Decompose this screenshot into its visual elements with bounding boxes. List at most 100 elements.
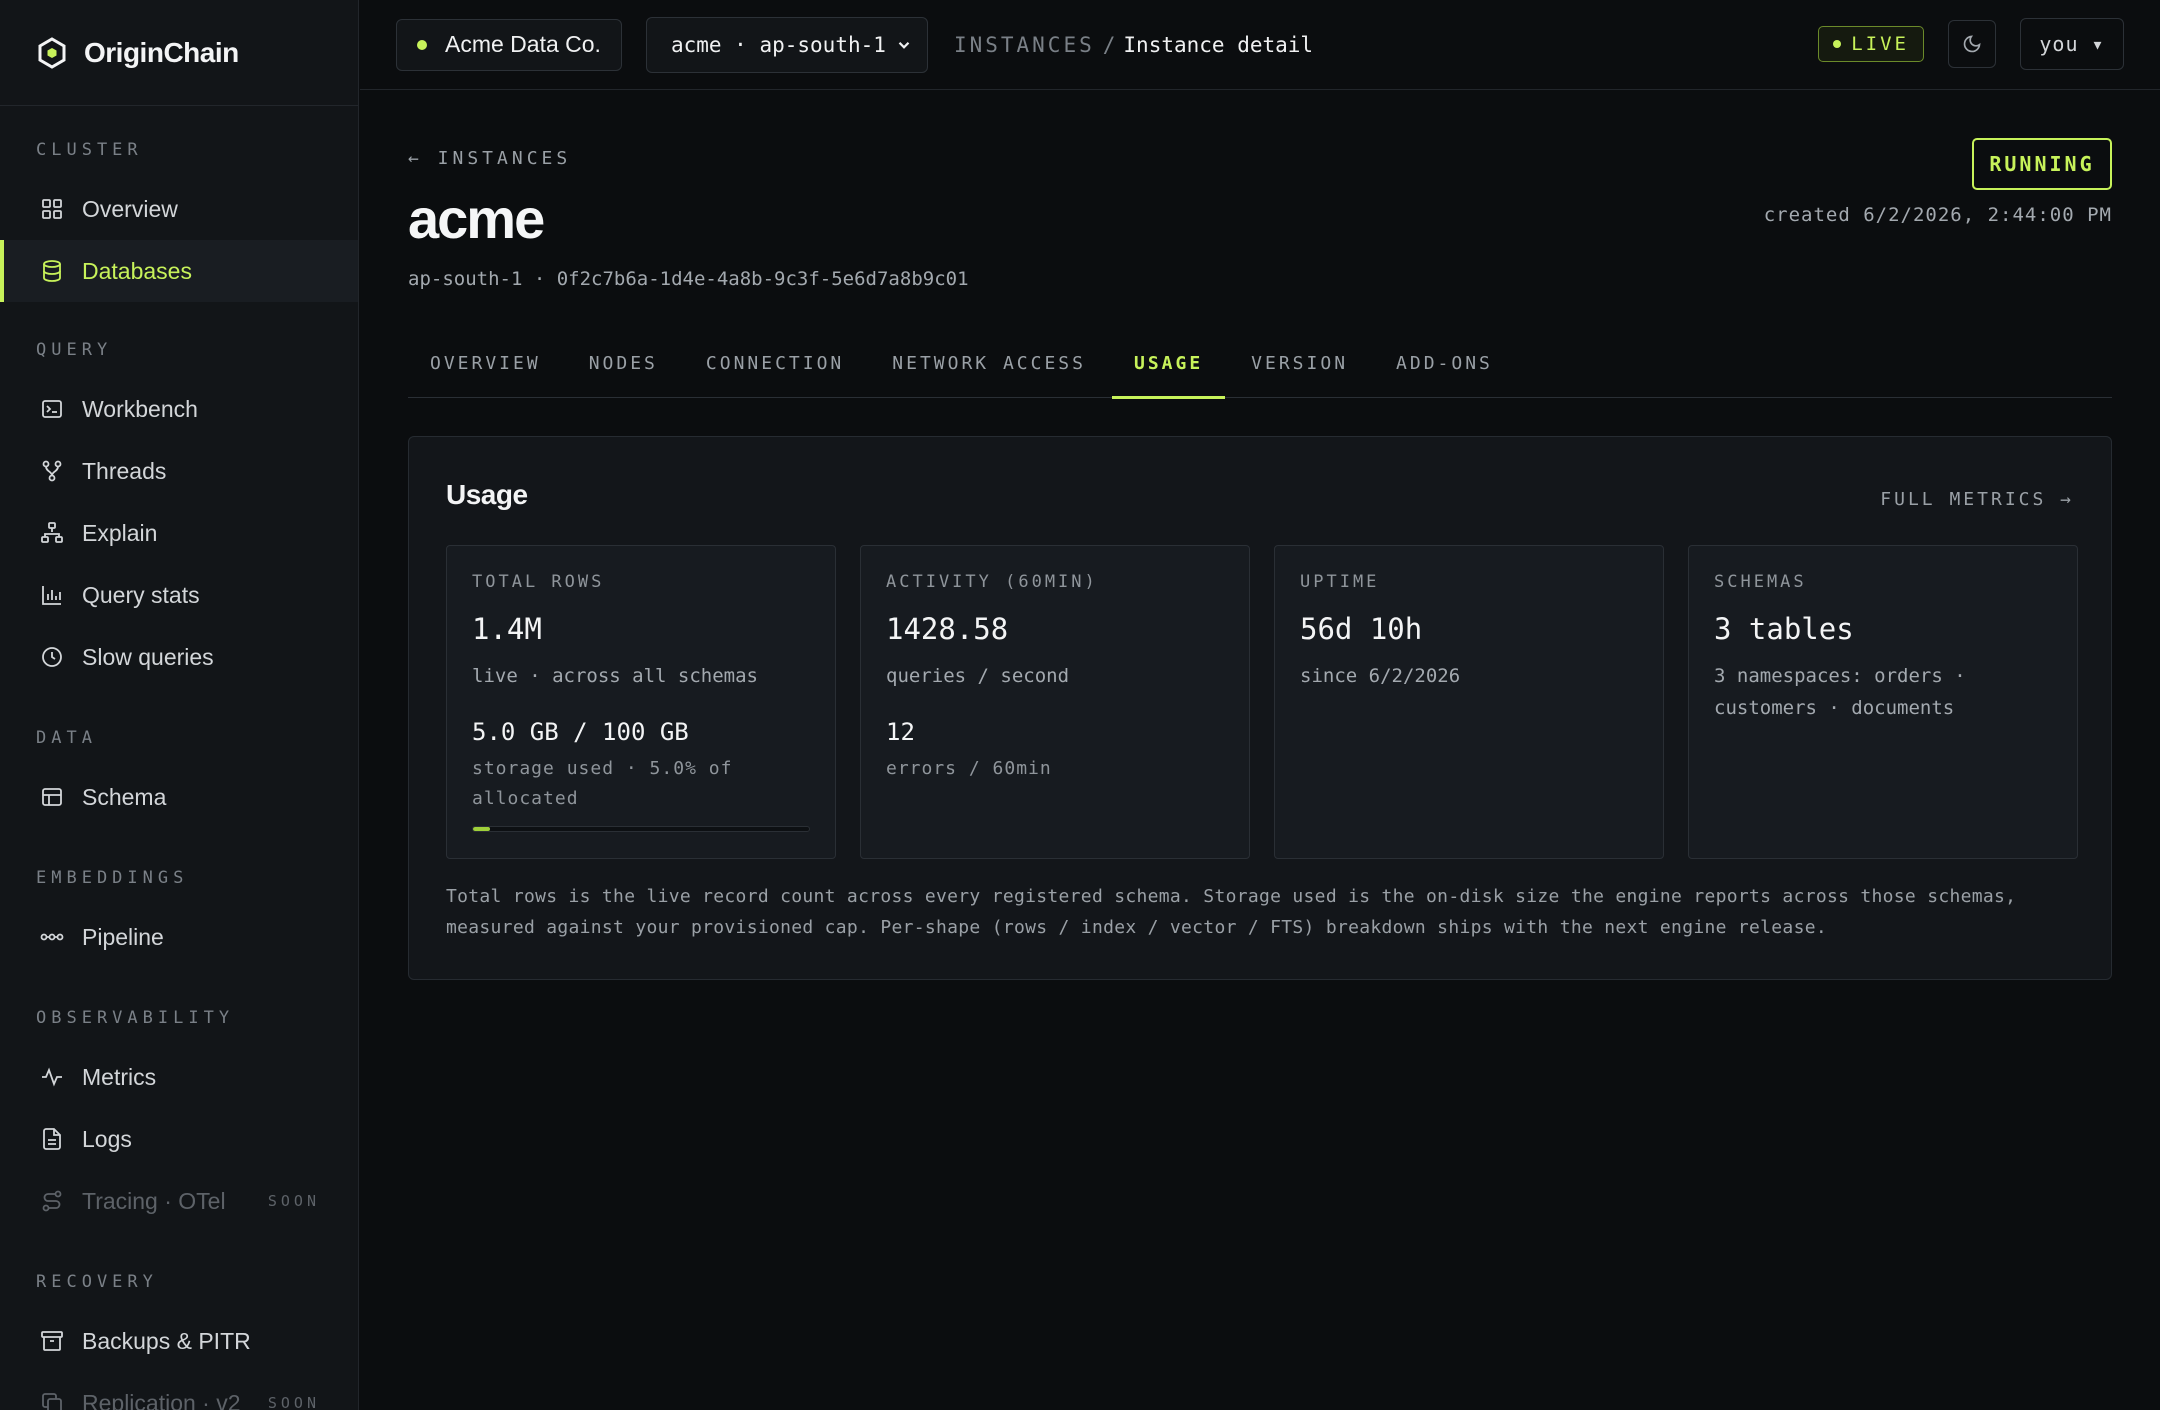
sidebar-item-backups[interactable]: Backups & PITR (0, 1310, 358, 1372)
archive-icon (41, 1331, 63, 1351)
sidebar-item-label: Replication · v2 (82, 1389, 241, 1410)
hexagon-logo-icon (38, 36, 66, 69)
live-badge: LIVE (1818, 26, 1924, 62)
stat-desc: 3 namespaces: orders · customers · docum… (1714, 665, 1966, 719)
brand-name: OriginChain (84, 36, 239, 68)
page-title: acme (408, 187, 545, 250)
sidebar-item-label: Backups & PITR (82, 1327, 251, 1354)
live-label: LIVE (1851, 33, 1909, 55)
nav-section-title: CLUSTER (36, 140, 143, 160)
nav-section-title: DATA (36, 728, 97, 748)
sidebar-item-threads[interactable]: Threads (0, 440, 358, 502)
sidebar-item-slow-queries[interactable]: Slow queries (0, 626, 358, 688)
stats-grid: TOTAL ROWS 1.4M live · across all schema… (446, 545, 2078, 859)
clock-icon (42, 647, 62, 667)
stat-value: 1.4M (472, 612, 542, 646)
sidebar-item-tracing: Tracing · OTel SOON (0, 1170, 358, 1232)
sidebar-item-label: Metrics (82, 1063, 157, 1090)
grid-icon (42, 199, 62, 219)
sidebar-item-label: Workbench (82, 395, 198, 422)
sidebar-item-label: Query stats (82, 581, 200, 608)
tab-add-ons[interactable]: ADD-ONS (1374, 328, 1515, 398)
theme-toggle-button[interactable] (1948, 20, 1996, 68)
stat-value: 1428.58 (886, 612, 1009, 646)
sidebar-item-label: Slow queries (82, 643, 214, 670)
sidebar-item-logs[interactable]: Logs (0, 1108, 358, 1170)
pulse-icon (42, 1067, 62, 1087)
sidebar-item-workbench[interactable]: Workbench (0, 378, 358, 440)
soon-badge: SOON (267, 1192, 320, 1210)
sidebar-item-explain[interactable]: Explain (0, 502, 358, 564)
back-to-instances-link[interactable]: ← INSTANCES (408, 148, 571, 169)
table-icon (42, 788, 62, 806)
brand[interactable]: OriginChain (0, 0, 358, 106)
breadcrumb: INSTANCES / Instance detail (954, 33, 1313, 57)
sidebar-item-label: Pipeline (82, 923, 164, 950)
instance-tabs: OVERVIEW NODES CONNECTION NETWORK ACCESS… (408, 328, 2112, 399)
tab-connection[interactable]: CONNECTION (684, 328, 866, 398)
breadcrumb-section[interactable]: INSTANCES (954, 33, 1095, 57)
region-select-value: acme · ap-south-1 (670, 32, 886, 57)
stat-label: TOTAL ROWS (472, 572, 605, 592)
org-name: Acme Data Co. (445, 31, 601, 57)
user-menu-button[interactable]: you ▾ (2020, 18, 2124, 70)
region-select[interactable]: acme · ap-south-1 (645, 16, 928, 73)
tab-network-access[interactable]: NETWORK ACCESS (870, 328, 1108, 398)
full-metrics-link[interactable]: FULL METRICS → (1880, 489, 2074, 510)
sidebar-item-label: Logs (82, 1125, 132, 1152)
instance-subline: ap-south-1 · 0f2c7b6a-1d4e-4a8b-9c3f-5e6… (408, 268, 969, 290)
nav-section-cluster: CLUSTER Overview Databases (0, 106, 358, 302)
bar-chart-icon (42, 586, 61, 605)
sidebar-item-query-stats[interactable]: Query stats (0, 564, 358, 626)
soon-badge: SOON (267, 1394, 320, 1410)
topbar: Acme Data Co. acme · ap-south-1 INSTANCE… (360, 0, 2160, 90)
file-icon (43, 1128, 61, 1150)
created-timestamp: created 6/2/2026, 2:44:00 PM (1763, 204, 2112, 226)
chevron-down-icon (898, 41, 910, 49)
sidebar-item-databases[interactable]: Databases (0, 240, 358, 302)
sidebar-item-label: Threads (82, 457, 167, 484)
tab-overview[interactable]: OVERVIEW (408, 328, 563, 398)
sidebar-item-metrics[interactable]: Metrics (0, 1046, 358, 1108)
storage-progress-bar (472, 826, 810, 832)
stat-card-uptime: UPTIME 56d 10h since 6/2/2026 (1274, 545, 1664, 859)
terminal-icon (42, 400, 62, 418)
tree-icon (41, 522, 63, 543)
database-icon (43, 260, 61, 282)
storage-progress-fill (473, 827, 490, 831)
status-badge: RUNNING (1972, 138, 2112, 190)
nav-section-title: RECOVERY (36, 1272, 158, 1292)
pipeline-icon (40, 933, 64, 941)
nav-section-query: QUERY Workbench Threads Explain Query st… (0, 302, 358, 688)
sidebar-item-label: Databases (82, 257, 192, 284)
nav-section-title: QUERY (36, 340, 113, 360)
nav-section-title: EMBEDDINGS (36, 868, 189, 888)
breadcrumb-current: Instance detail (1123, 32, 1314, 57)
live-dot-icon (1833, 40, 1842, 48)
nav-section-title: OBSERVABILITY (36, 1008, 235, 1028)
nav-section-embeddings: EMBEDDINGS Pipeline (0, 828, 358, 968)
nav-section-data: DATA Schema (0, 688, 358, 828)
tab-nodes[interactable]: NODES (567, 328, 680, 398)
stat-card-schemas: SCHEMAS 3 tables 3 namespaces: orders · … (1688, 545, 2078, 859)
route-icon (42, 1190, 62, 1212)
stat-card-total-rows: TOTAL ROWS 1.4M live · across all schema… (446, 545, 836, 859)
stat-label: ACTIVITY (60MIN) (886, 572, 1098, 592)
sidebar-item-schema[interactable]: Schema (0, 766, 358, 828)
sidebar-item-overview[interactable]: Overview (0, 178, 358, 240)
errors-value: 12 (886, 718, 915, 746)
storage-value: 5.0 GB / 100 GB (472, 718, 689, 746)
breadcrumb-separator: / (1102, 32, 1116, 57)
stat-card-activity: ACTIVITY (60MIN) 1428.58 queries / secon… (860, 545, 1250, 859)
sidebar-item-label: Tracing · OTel (82, 1187, 226, 1214)
sidebar-item-pipeline[interactable]: Pipeline (0, 906, 358, 968)
org-switcher-button[interactable]: Acme Data Co. (396, 18, 622, 71)
tab-version[interactable]: VERSION (1229, 328, 1370, 398)
sidebar: OriginChain CLUSTER Overview Databases Q… (0, 0, 359, 1410)
sidebar-item-replication: Replication · v2 SOON (0, 1372, 358, 1410)
tab-usage[interactable]: USAGE (1111, 328, 1226, 399)
stat-value: 3 tables (1714, 612, 1854, 646)
usage-card: Usage FULL METRICS → TOTAL ROWS 1.4M liv… (408, 436, 2112, 980)
stat-label: SCHEMAS (1714, 572, 1807, 592)
branch-icon (42, 460, 62, 482)
